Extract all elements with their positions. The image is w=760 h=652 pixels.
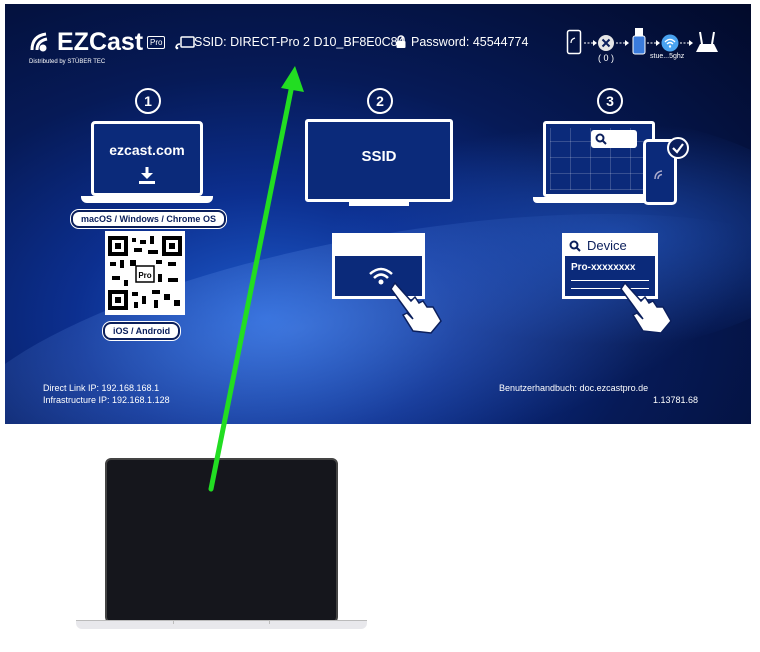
pointing-hand-icon xyxy=(390,281,442,334)
wifi-ssid-label: stue...5ghz xyxy=(650,53,685,60)
cast-icon xyxy=(175,36,195,50)
platforms-link[interactable]: macOS / Windows / Chrome OS xyxy=(71,210,226,228)
ezcast-logo: EZCast Pro Distributed by STÜBER TEC xyxy=(29,28,169,70)
step-2-number: 2 xyxy=(367,88,393,114)
magnifier-small-icon xyxy=(595,133,607,145)
phone-icon xyxy=(566,29,582,55)
password-text: Password: 45544774 xyxy=(411,35,529,49)
tv-illustration: SSID xyxy=(305,119,453,202)
mobile-platforms-link[interactable]: iOS / Android xyxy=(103,322,181,340)
brand-name: EZCast xyxy=(57,28,144,56)
device-search-row: Device xyxy=(565,236,655,256)
wifi-icon xyxy=(661,34,679,52)
disconnected-x-icon xyxy=(598,35,614,51)
step-1-number: 1 xyxy=(135,88,161,114)
ssid-text: SSID: DIRECT-Pro 2 D10_BF8E0C84 xyxy=(194,35,405,49)
search-bar-illustration xyxy=(591,130,637,148)
laptop-illustration: ezcast.com xyxy=(91,121,203,196)
qr-code-icon: Pro xyxy=(108,236,182,310)
link-arrow-1-icon xyxy=(584,40,597,46)
infrastructure-ip: Infrastructure IP: 192.168.1.128 xyxy=(43,395,170,405)
device-search-label: Device xyxy=(587,238,627,253)
tv-stand xyxy=(349,202,409,206)
download-icon xyxy=(139,167,155,184)
laptop-base-bottom xyxy=(76,620,367,629)
user-manual-link[interactable]: Benutzerhandbuch: doc.ezcastpro.de xyxy=(499,383,648,393)
router-icon xyxy=(696,31,718,52)
checkmark-icon xyxy=(667,137,689,159)
firmware-version: 1.13781.68 xyxy=(653,395,699,405)
connection-count: ( 0 ) xyxy=(598,53,615,63)
link-arrow-4-icon xyxy=(680,40,693,46)
qr-code: Pro xyxy=(105,231,185,315)
laptop-base xyxy=(81,196,213,203)
link-arrow-3-icon xyxy=(647,40,660,46)
dongle-icon xyxy=(632,28,646,55)
direct-link-ip: Direct Link IP: 192.168.168.1 xyxy=(43,383,160,393)
ezcast-logo-icon xyxy=(30,32,48,52)
laptop-hinge-notch xyxy=(173,621,270,624)
ezcast-url: ezcast.com xyxy=(109,142,185,158)
distributed-by: Distributed by STÜBER TEC xyxy=(29,59,106,65)
brand-pro-badge: Pro xyxy=(147,36,166,49)
svg-text:Pro: Pro xyxy=(138,271,151,280)
magnifier-icon xyxy=(569,240,581,252)
ezcast-screen: EZCast Pro Distributed by STÜBER TEC SSI… xyxy=(5,4,751,424)
wifi-panel-header xyxy=(335,236,422,256)
tv-ssid-label: SSID xyxy=(361,148,397,165)
pointing-hand-2-icon xyxy=(620,281,672,334)
step-3-number: 3 xyxy=(597,88,623,114)
lock-icon xyxy=(396,35,406,48)
phone-cast-icon xyxy=(654,170,663,180)
laptop-screen xyxy=(105,458,338,623)
link-arrow-2-icon xyxy=(616,40,629,46)
device-name: Pro-xxxxxxxx xyxy=(571,262,636,273)
